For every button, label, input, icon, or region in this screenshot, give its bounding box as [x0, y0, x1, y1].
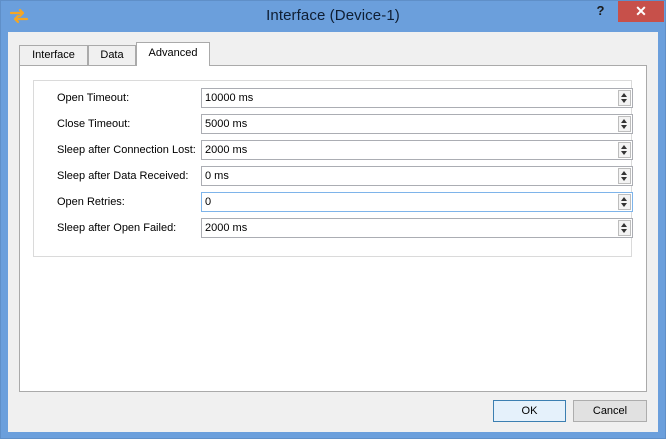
spin-down-icon[interactable]	[621, 99, 627, 103]
close-timeout-spinbox[interactable]: 5000 ms	[201, 114, 633, 134]
sleep-after-connection-lost-value[interactable]: 2000 ms	[205, 144, 247, 157]
sleep-after-data-received-label: Sleep after Data Received:	[57, 170, 189, 182]
spin-up-icon[interactable]	[621, 171, 627, 175]
tab-data[interactable]: Data	[88, 45, 136, 65]
sleep-after-open-failed-value[interactable]: 2000 ms	[205, 222, 247, 235]
close-button[interactable]: ✕	[618, 1, 664, 22]
close-timeout-label: Close Timeout:	[57, 118, 131, 130]
open-retries-label: Open Retries:	[57, 196, 125, 208]
spin-up-icon[interactable]	[621, 223, 627, 227]
sleep-after-connection-lost-spinbox[interactable]: 2000 ms	[201, 140, 633, 160]
close-timeout-value[interactable]: 5000 ms	[205, 118, 247, 131]
spin-buttons[interactable]	[618, 142, 631, 158]
open-timeout-value[interactable]: 10000 ms	[205, 92, 253, 105]
open-retries-spinbox[interactable]: 0	[201, 192, 633, 212]
sleep-after-data-received-value[interactable]: 0 ms	[205, 170, 229, 183]
spin-buttons[interactable]	[618, 116, 631, 132]
ok-button[interactable]: OK	[493, 400, 566, 422]
tab-advanced[interactable]: Advanced	[136, 42, 210, 66]
spin-buttons[interactable]	[618, 168, 631, 184]
sleep-after-open-failed-spinbox[interactable]: 2000 ms	[201, 218, 633, 238]
spin-buttons[interactable]	[618, 90, 631, 106]
spin-buttons[interactable]	[618, 194, 631, 210]
spin-down-icon[interactable]	[621, 229, 627, 233]
dialog-window: Interface (Device-1) ? ✕ Interface Data …	[0, 0, 666, 439]
spin-up-icon[interactable]	[621, 145, 627, 149]
cancel-button[interactable]: Cancel	[573, 400, 647, 422]
spin-up-icon[interactable]	[621, 93, 627, 97]
open-retries-value[interactable]: 0	[205, 196, 211, 209]
title-bar[interactable]: Interface (Device-1) ? ✕	[1, 1, 665, 32]
spin-down-icon[interactable]	[621, 203, 627, 207]
window-title: Interface (Device-1)	[266, 7, 400, 24]
sleep-after-data-received-spinbox[interactable]: 0 ms	[201, 166, 633, 186]
open-timeout-label: Open Timeout:	[57, 92, 130, 104]
spin-down-icon[interactable]	[621, 151, 627, 155]
spin-up-icon[interactable]	[621, 119, 627, 123]
spin-up-icon[interactable]	[621, 197, 627, 201]
help-button[interactable]: ?	[590, 1, 611, 22]
advanced-tab-panel: Open Timeout: 10000 ms Close Timeout: 50…	[19, 65, 647, 392]
tab-interface[interactable]: Interface	[19, 45, 88, 65]
spin-down-icon[interactable]	[621, 125, 627, 129]
open-timeout-spinbox[interactable]: 10000 ms	[201, 88, 633, 108]
settings-group: Open Timeout: 10000 ms Close Timeout: 50…	[33, 80, 633, 257]
spin-down-icon[interactable]	[621, 177, 627, 181]
dialog-client-area: Interface Data Advanced Open Timeout: 10…	[8, 32, 658, 432]
sleep-after-open-failed-label: Sleep after Open Failed:	[57, 222, 177, 234]
sleep-after-connection-lost-label: Sleep after Connection Lost:	[57, 144, 196, 156]
spin-buttons[interactable]	[618, 220, 631, 236]
